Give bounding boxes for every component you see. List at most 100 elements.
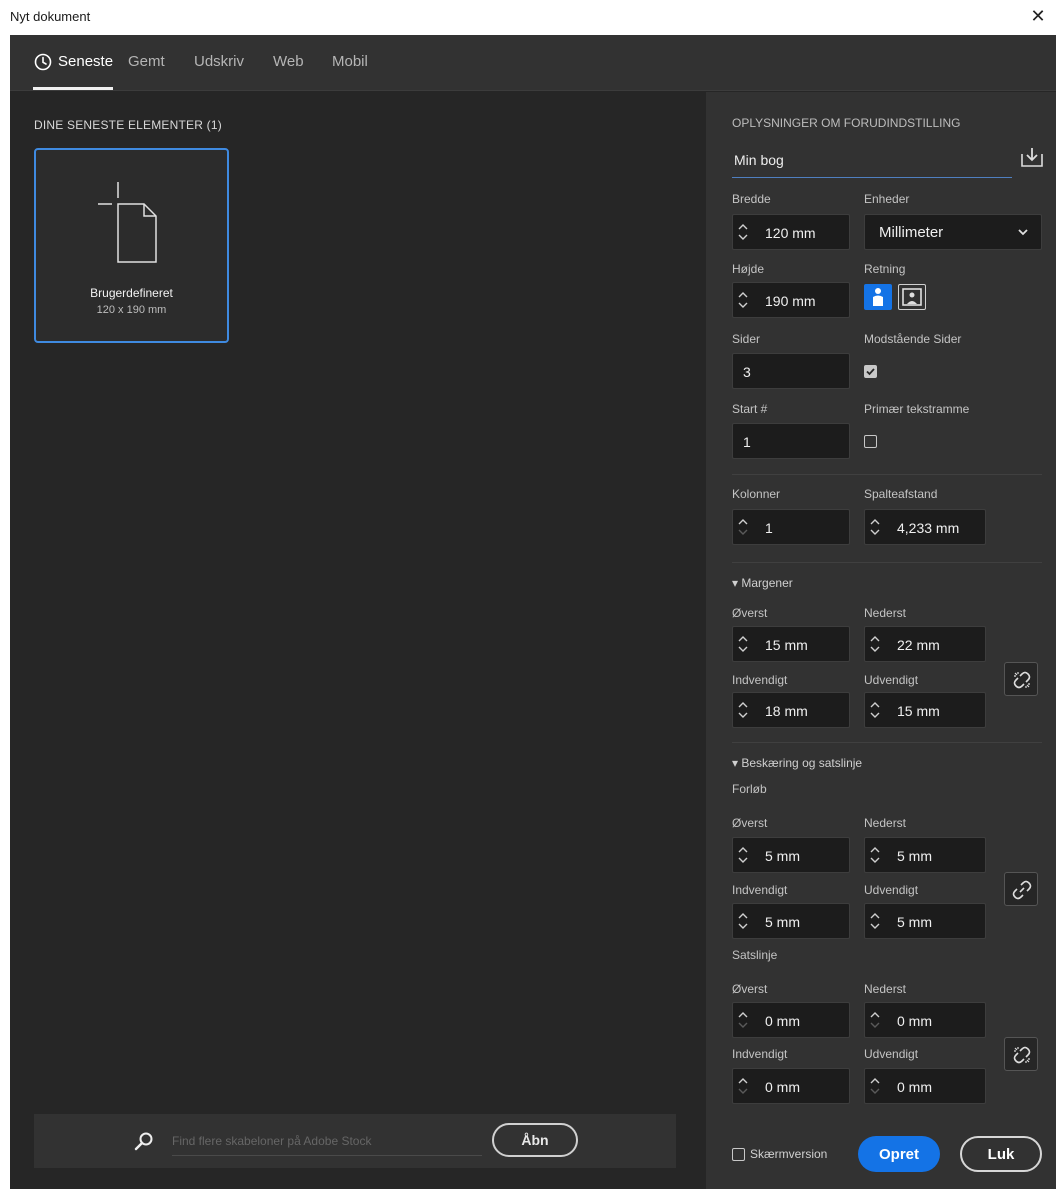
tab-print[interactable]: Udskriv <box>194 53 244 70</box>
width-label: Bredde <box>732 192 771 206</box>
columns-value: 1 <box>765 520 773 536</box>
search-icon <box>134 1132 153 1151</box>
create-button[interactable]: Opret <box>858 1136 940 1172</box>
gutter-label: Spalteafstand <box>864 487 938 501</box>
active-tab-indicator <box>33 87 113 90</box>
slug-inside-label: Indvendigt <box>732 1047 788 1061</box>
pages-field[interactable]: 3 <box>732 353 850 389</box>
columns-field[interactable]: 1 <box>732 509 850 545</box>
margin-top-field[interactable]: 15 mm <box>732 626 850 662</box>
stepper-icon[interactable] <box>737 221 749 243</box>
stepper-icon[interactable] <box>737 516 749 538</box>
height-value: 190 mm <box>765 293 816 309</box>
stepper-icon[interactable] <box>869 844 881 866</box>
unlink-margins-button[interactable] <box>1004 662 1038 696</box>
stock-search-input[interactable] <box>172 1126 482 1156</box>
bleed-outside-label: Udvendigt <box>864 883 919 897</box>
landscape-icon <box>902 288 922 306</box>
slug-bottom-field[interactable]: 0 mm <box>864 1002 986 1038</box>
stepper-icon[interactable] <box>869 516 881 538</box>
link-icon <box>1012 880 1032 900</box>
tab-web[interactable]: Web <box>273 53 304 70</box>
close-icon[interactable]: ✕ <box>1026 4 1050 28</box>
start-number-value: 1 <box>743 434 751 450</box>
title-bar: Nyt dokument ✕ <box>0 0 1056 35</box>
stepper-icon[interactable] <box>737 633 749 655</box>
stepper-icon[interactable] <box>737 844 749 866</box>
facing-pages-checkbox[interactable] <box>864 365 877 378</box>
bleed-slug-title: Beskæring og satslinje <box>741 756 863 770</box>
stepper-icon[interactable] <box>737 699 749 721</box>
margin-top-label: Øverst <box>732 606 768 620</box>
save-preset-icon[interactable] <box>1020 146 1044 168</box>
bleed-bottom-label: Nederst <box>864 816 907 830</box>
bleed-top-value: 5 mm <box>765 848 800 864</box>
bleed-slug-section-toggle[interactable]: ▾ Beskæring og satslinje <box>732 756 862 770</box>
height-label: Højde <box>732 262 765 276</box>
stepper-icon[interactable] <box>869 1009 881 1031</box>
unlink-icon <box>1013 1046 1031 1064</box>
checkmark-icon <box>866 368 875 376</box>
stepper-icon[interactable] <box>737 289 749 311</box>
slug-inside-value: 0 mm <box>765 1079 800 1095</box>
margins-title: Margener <box>741 576 793 590</box>
start-number-field[interactable]: 1 <box>732 423 850 459</box>
stock-search-bar: Åbn <box>34 1114 676 1168</box>
primary-text-frame-checkbox[interactable] <box>864 435 877 448</box>
divider <box>732 742 1042 743</box>
clock-icon <box>34 53 52 71</box>
portrait-icon <box>873 288 883 306</box>
slug-bottom-label: Nederst <box>864 982 907 996</box>
units-dropdown[interactable]: Millimeter <box>864 214 1042 250</box>
slug-inside-field[interactable]: 0 mm <box>732 1068 850 1104</box>
margins-section-toggle[interactable]: ▾ Margener <box>732 576 793 590</box>
stepper-icon[interactable] <box>869 633 881 655</box>
tab-mobile[interactable]: Mobil <box>332 53 368 70</box>
margin-inside-field[interactable]: 18 mm <box>732 692 850 728</box>
slug-outside-field[interactable]: 0 mm <box>864 1068 986 1104</box>
gutter-field[interactable]: 4,233 mm <box>864 509 986 545</box>
new-document-icon <box>98 182 157 263</box>
close-button[interactable]: Luk <box>960 1136 1042 1172</box>
orientation-portrait-button[interactable] <box>864 284 892 310</box>
bleed-outside-field[interactable]: 5 mm <box>864 903 986 939</box>
margin-outside-field[interactable]: 15 mm <box>864 692 986 728</box>
height-field[interactable]: 190 mm <box>732 282 850 318</box>
recent-items-panel: DINE SENESTE ELEMENTER (1) Brugerdefiner… <box>10 92 706 1189</box>
stepper-icon[interactable] <box>737 1075 749 1097</box>
open-button[interactable]: Åbn <box>492 1123 578 1157</box>
stepper-icon[interactable] <box>869 1075 881 1097</box>
tab-bar: Seneste Gemt Udskriv Web Mobil <box>10 35 1056 91</box>
margin-bottom-field[interactable]: 22 mm <box>864 626 986 662</box>
slug-top-field[interactable]: 0 mm <box>732 1002 850 1038</box>
screen-version-checkbox[interactable] <box>732 1148 745 1161</box>
margin-outside-label: Udvendigt <box>864 673 919 687</box>
recent-items-header: DINE SENESTE ELEMENTER (1) <box>34 118 222 132</box>
link-bleed-button[interactable] <box>1004 872 1038 906</box>
bleed-bottom-field[interactable]: 5 mm <box>864 837 986 873</box>
chevron-down-icon <box>1018 229 1028 236</box>
bleed-inside-field[interactable]: 5 mm <box>732 903 850 939</box>
margin-top-value: 15 mm <box>765 637 808 653</box>
units-label: Enheder <box>864 192 910 206</box>
preset-name-input[interactable] <box>732 142 1012 178</box>
divider <box>732 562 1042 563</box>
bleed-top-field[interactable]: 5 mm <box>732 837 850 873</box>
slug-label: Satslinje <box>732 948 778 962</box>
stepper-icon[interactable] <box>869 910 881 932</box>
orientation-label: Retning <box>864 262 906 276</box>
facing-pages-label: Modstående Sider <box>864 332 962 346</box>
pages-label: Sider <box>732 332 761 346</box>
margin-outside-value: 15 mm <box>897 703 940 719</box>
tab-saved[interactable]: Gemt <box>128 53 165 70</box>
unlink-slug-button[interactable] <box>1004 1037 1038 1071</box>
slug-outside-label: Udvendigt <box>864 1047 919 1061</box>
orientation-landscape-button[interactable] <box>898 284 926 310</box>
tab-recent[interactable]: Seneste <box>58 53 113 70</box>
stepper-icon[interactable] <box>737 1009 749 1031</box>
stepper-icon[interactable] <box>869 699 881 721</box>
recent-item-card[interactable]: Brugerdefineret 120 x 190 mm <box>34 148 229 343</box>
width-field[interactable]: 120 mm <box>732 214 850 250</box>
stepper-icon[interactable] <box>737 910 749 932</box>
chevron-down-icon: ▾ <box>732 756 739 770</box>
